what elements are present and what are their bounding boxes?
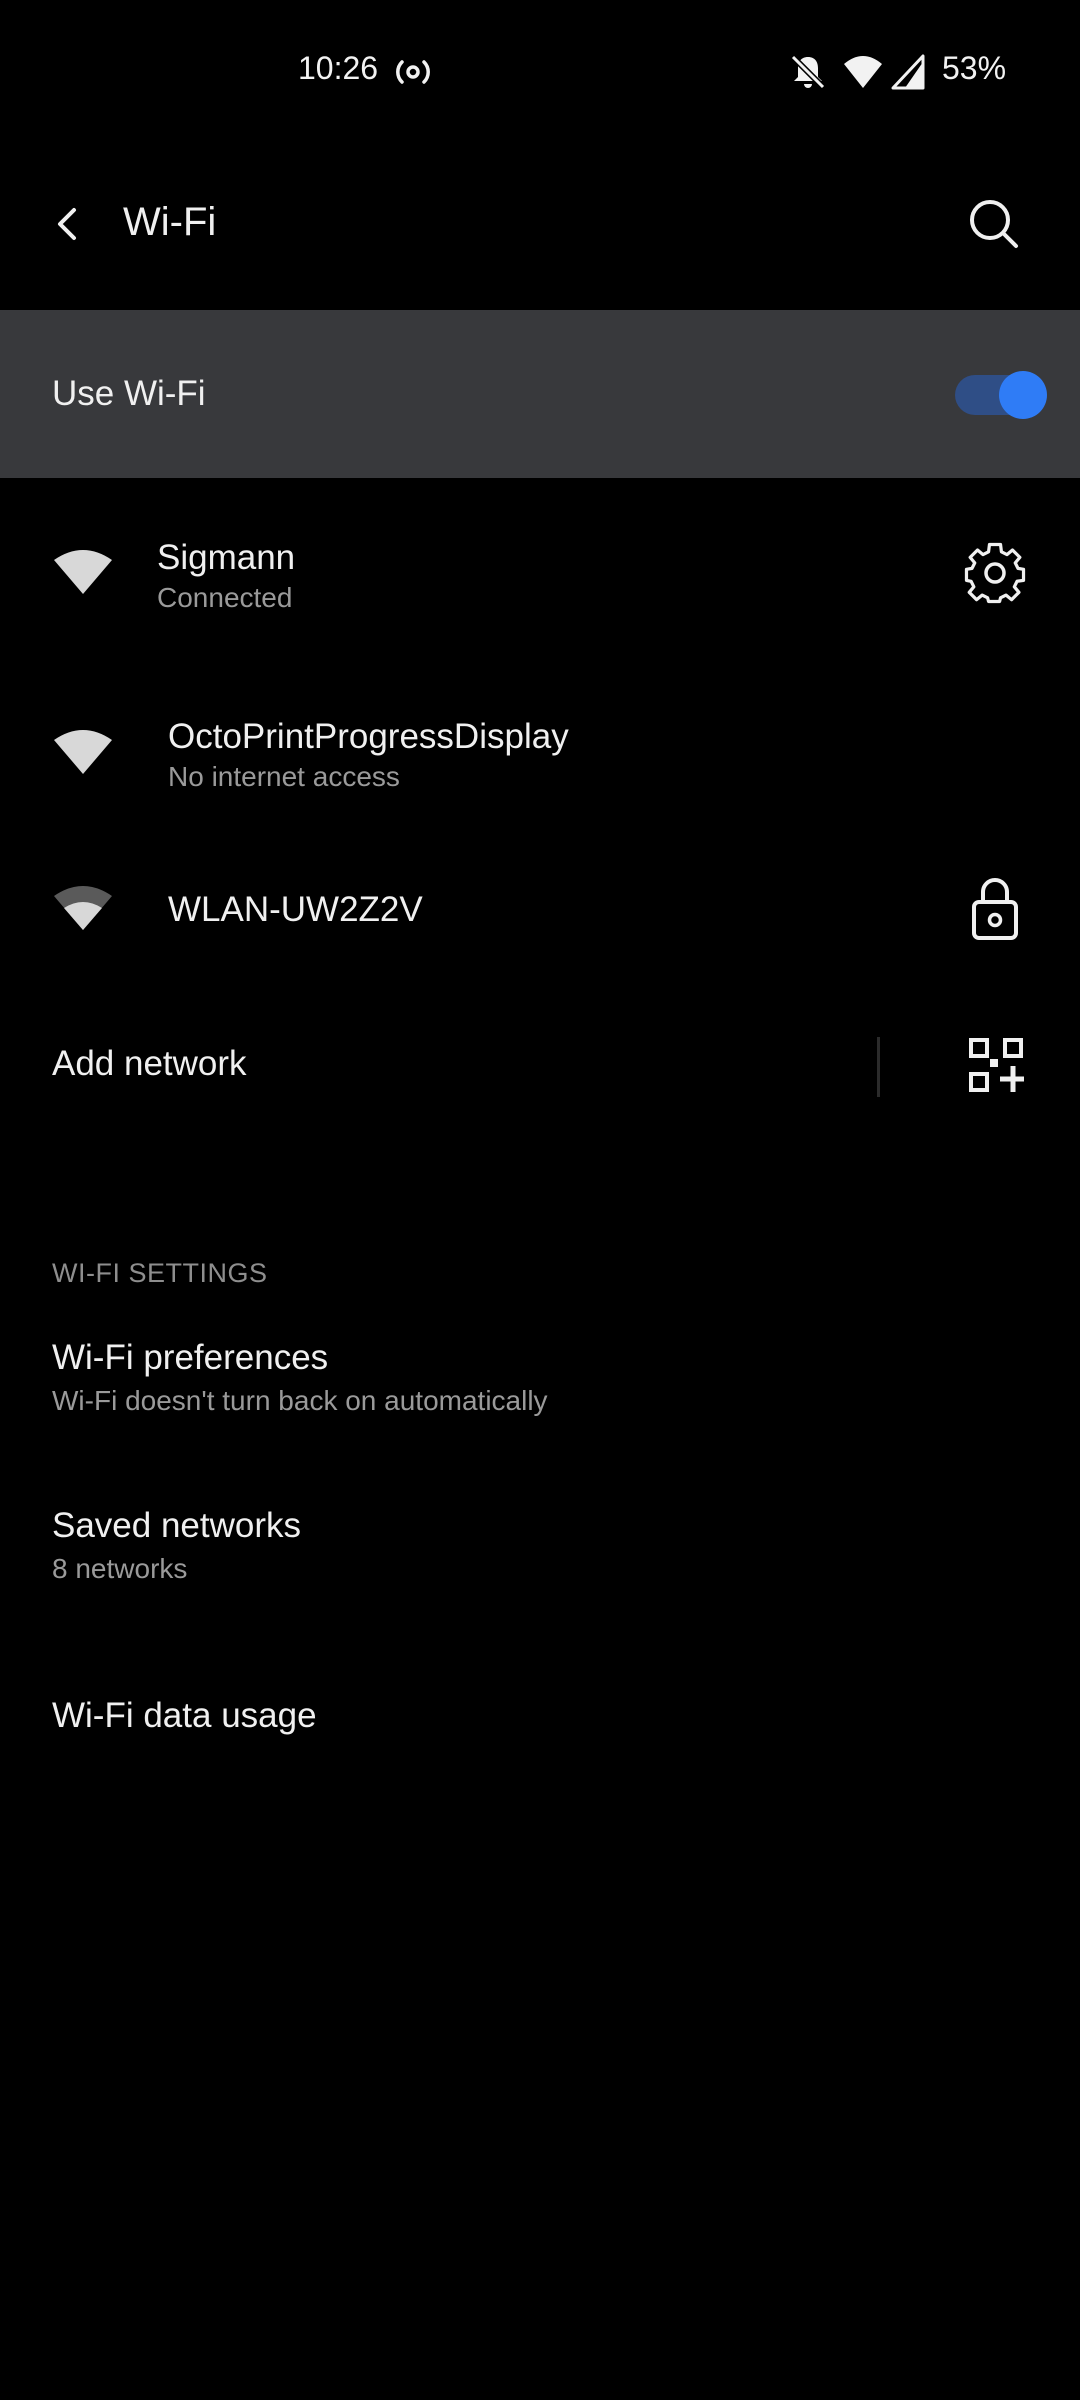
section-header: WI-FI SETTINGS	[52, 1258, 268, 1288]
network-name: OctoPrintProgressDisplay	[168, 717, 569, 756]
lock-icon	[972, 878, 1018, 940]
back-button[interactable]	[40, 196, 96, 252]
network-name: Sigmann	[157, 538, 296, 577]
battery-level: 53%	[942, 50, 1007, 86]
toggle-thumb	[999, 371, 1047, 419]
hotspot-icon	[396, 60, 430, 84]
vertical-divider	[877, 1037, 880, 1097]
wifi-full-icon	[54, 550, 112, 594]
wifi-data-usage-title: Wi-Fi data usage	[52, 1696, 317, 1735]
network-status: No internet access	[168, 761, 400, 792]
status-time: 10:26	[298, 50, 379, 86]
saved-networks-subtitle: 8 networks	[52, 1553, 188, 1584]
add-network-button[interactable]: Add network	[52, 1044, 247, 1084]
bell-off-icon	[790, 54, 826, 90]
wifi-partial-icon	[54, 886, 112, 930]
search-icon[interactable]	[962, 192, 1026, 256]
network-status: Connected	[157, 582, 293, 613]
qr-add-icon[interactable]	[968, 1037, 1024, 1093]
network-name: WLAN-UW2Z2V	[168, 890, 423, 929]
network-item-wlan[interactable]	[0, 860, 1080, 970]
saved-networks-title: Saved networks	[52, 1506, 302, 1545]
signal-icon	[891, 54, 925, 90]
use-wifi-toggle[interactable]	[955, 371, 1047, 419]
page-title: Wi-Fi	[123, 200, 217, 244]
use-wifi-label: Use Wi-Fi	[52, 374, 206, 413]
wifi-preferences-subtitle: Wi-Fi doesn't turn back on automatically	[52, 1385, 548, 1416]
gear-icon[interactable]	[962, 540, 1028, 606]
wifi-full-icon	[54, 730, 112, 774]
wifi-icon	[844, 56, 882, 88]
wifi-preferences-title: Wi-Fi preferences	[52, 1338, 329, 1377]
